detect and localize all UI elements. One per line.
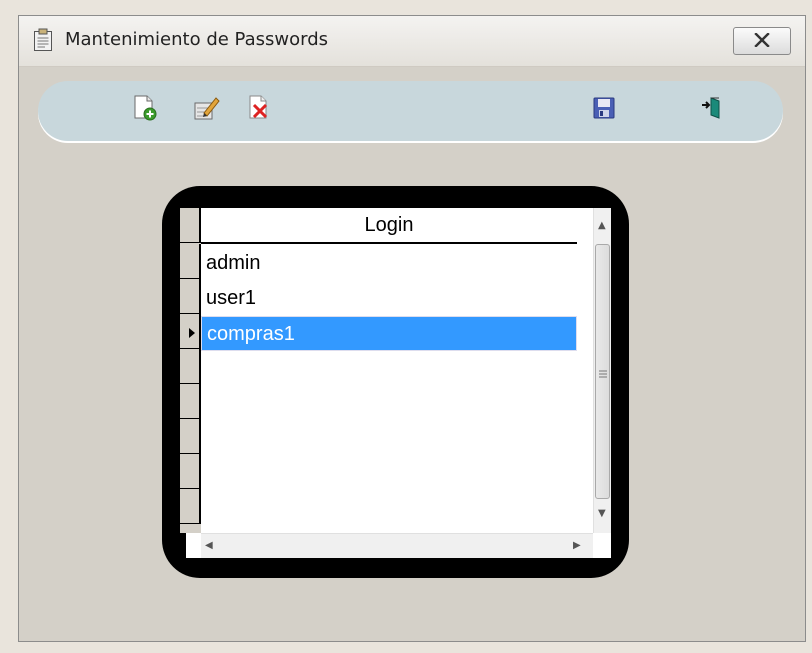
save-record-button[interactable] — [589, 94, 619, 126]
window-title: Mantenimiento de Passwords — [65, 29, 328, 50]
indicator-cell — [180, 244, 201, 279]
scroll-left-arrow-icon[interactable]: ◀ — [205, 540, 213, 551]
indicator-cell — [180, 279, 201, 314]
row-indicator-column — [180, 208, 201, 533]
title-bar[interactable]: Mantenimiento de Passwords — [19, 16, 805, 67]
indicator-cell — [180, 454, 201, 489]
new-document-icon — [133, 95, 157, 125]
indicator-cell — [180, 419, 201, 454]
scroll-right-arrow-icon[interactable]: ▶ — [573, 540, 581, 551]
clipboard-icon — [33, 28, 53, 52]
horizontal-scrollbar[interactable]: ◀ ▶ — [201, 533, 593, 558]
login-column-header[interactable]: Login — [201, 208, 577, 244]
delete-record-button[interactable] — [244, 94, 274, 126]
grip-icon — [599, 363, 607, 382]
new-record-button[interactable] — [130, 94, 160, 126]
close-icon — [754, 31, 770, 51]
vertical-scrollbar[interactable]: ▲ ▼ — [593, 208, 611, 533]
table-row[interactable]: user1 — [201, 281, 577, 316]
indicator-cell — [180, 208, 201, 243]
scroll-up-arrow-icon[interactable]: ▲ — [598, 220, 606, 231]
scroll-down-arrow-icon[interactable]: ▼ — [598, 508, 606, 519]
current-row-pointer-icon — [188, 324, 196, 343]
scrollbar-corner — [593, 533, 611, 558]
table-row[interactable]: admin — [201, 246, 577, 281]
edit-record-button[interactable] — [192, 94, 222, 126]
exit-button[interactable] — [696, 94, 726, 126]
indicator-cell — [180, 384, 201, 419]
edit-icon — [194, 95, 220, 125]
indicator-cell — [180, 314, 201, 349]
delete-icon — [248, 95, 270, 125]
password-maintenance-window: Mantenimiento de Passwords Login admin u… — [18, 15, 806, 642]
grid-edge-marker — [180, 533, 186, 558]
indicator-cell — [180, 349, 201, 384]
save-disk-icon — [593, 97, 615, 123]
login-grid[interactable]: Login admin user1 compras1 ▲ ▼ ◀ ▶ — [180, 208, 611, 558]
exit-door-icon — [700, 96, 722, 124]
toolbar — [38, 81, 783, 141]
close-button[interactable] — [733, 27, 791, 55]
indicator-cell — [180, 489, 201, 524]
vertical-scroll-thumb[interactable] — [595, 244, 610, 499]
table-row-selected[interactable]: compras1 — [201, 316, 577, 351]
